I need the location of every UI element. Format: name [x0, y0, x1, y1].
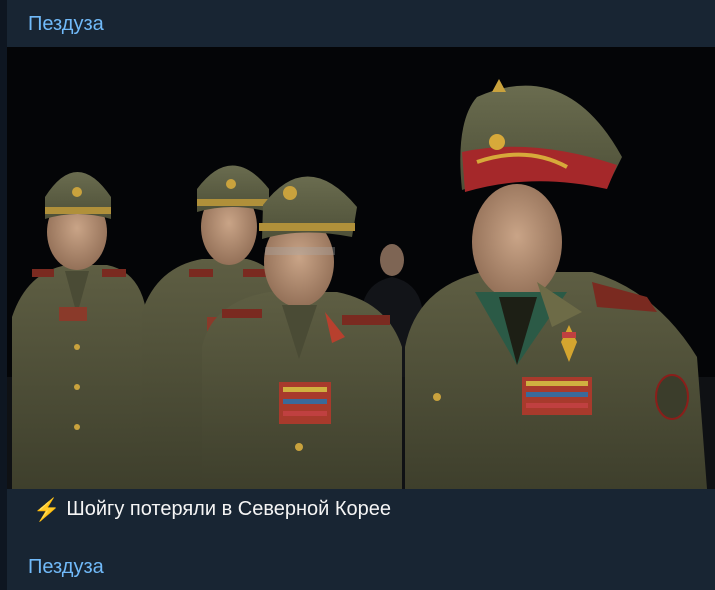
- post-caption: ⚡ Шойгу потеряли в Северной Корее: [33, 498, 391, 521]
- lightning-icon: ⚡: [33, 496, 61, 522]
- channel-post: Пездуза ⚡ Шойгу потеряли в Северной Коре…: [7, 0, 715, 590]
- caption-text: Шойгу потеряли в Северной Корее: [66, 498, 392, 520]
- photo-military-officers: [7, 47, 715, 489]
- channel-signature-link[interactable]: Пездуза: [28, 556, 104, 579]
- post-photo[interactable]: [7, 47, 715, 489]
- channel-name-link[interactable]: Пездуза: [28, 13, 104, 36]
